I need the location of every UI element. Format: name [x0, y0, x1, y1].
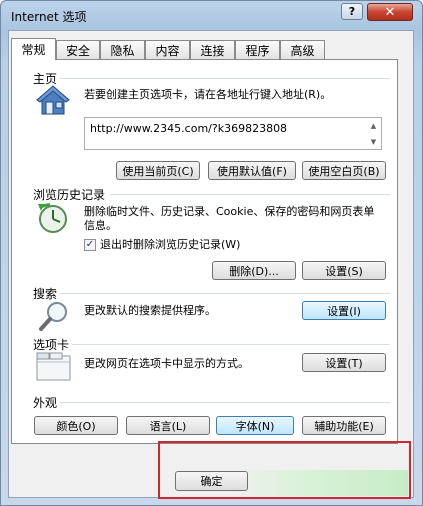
search-settings-button[interactable]: 设置(I) — [302, 301, 386, 320]
scroll-up-arrow-icon[interactable]: ▲ — [367, 119, 380, 132]
tab-content[interactable]: 内容 — [145, 40, 190, 59]
appearance-section-title: 外观 — [33, 396, 58, 410]
history-description: 删除临时文件、历史记录、Cookie、保存的密码和网页表单信息。 — [84, 205, 375, 232]
delete-history-button[interactable]: 删除(D)... — [212, 261, 296, 280]
homepage-divider — [60, 78, 390, 79]
homepage-url-textarea[interactable]: http://www.2345.com/?k369823808 ▲ ▼ — [84, 117, 382, 150]
accessibility-button[interactable]: 辅助功能(E) — [302, 416, 386, 435]
tabbed-window-icon — [36, 352, 71, 381]
magnifier-icon — [39, 302, 67, 331]
scroll-down-arrow-icon[interactable]: ▼ — [367, 135, 380, 148]
tabs-settings-button[interactable]: 设置(T) — [302, 353, 386, 372]
colors-button[interactable]: 颜色(O) — [34, 416, 118, 435]
annotation-highlight-box — [158, 441, 411, 499]
history-section-title: 浏览历史记录 — [33, 188, 106, 202]
history-clock-icon — [38, 203, 67, 233]
tab-advanced[interactable]: 高级 — [280, 40, 325, 59]
help-button[interactable]: ? — [341, 3, 363, 20]
tab-general[interactable]: 常规 — [11, 38, 56, 60]
delete-on-exit-label: 退出时删除浏览历史记录(W) — [100, 238, 241, 251]
tabs-divider — [72, 344, 390, 345]
homepage-description: 若要创建主页选项卡，请在各地址行键入地址(R)。 — [84, 88, 332, 101]
tab-programs[interactable]: 程序 — [235, 40, 280, 59]
tab-connections[interactable]: 连接 — [190, 40, 235, 59]
use-current-button[interactable]: 使用当前页(C) — [116, 161, 200, 180]
window-title: Internet 选项 — [11, 10, 87, 24]
fonts-button[interactable]: 字体(N) — [216, 416, 294, 435]
search-description: 更改默认的搜索提供程序。 — [84, 304, 216, 317]
tab-privacy[interactable]: 隐私 — [100, 40, 145, 59]
tabs-description: 更改网页在选项卡中显示的方式。 — [84, 357, 249, 370]
history-settings-button[interactable]: 设置(S) — [302, 261, 386, 280]
appearance-divider — [60, 402, 390, 403]
delete-on-exit-checkbox[interactable]: ✓ — [84, 239, 96, 251]
languages-button[interactable]: 语言(L) — [126, 416, 210, 435]
tabs-section-title: 选项卡 — [33, 338, 70, 352]
use-blank-button[interactable]: 使用空白页(B) — [302, 161, 386, 180]
close-button[interactable]: ✕ — [367, 3, 413, 21]
history-divider — [110, 194, 390, 195]
search-divider — [60, 293, 390, 294]
tab-security[interactable]: 安全 — [56, 40, 100, 59]
home-icon — [36, 85, 70, 115]
use-default-button[interactable]: 使用默认值(F) — [208, 161, 296, 180]
homepage-url-value: http://www.2345.com/?k369823808 — [90, 122, 288, 135]
